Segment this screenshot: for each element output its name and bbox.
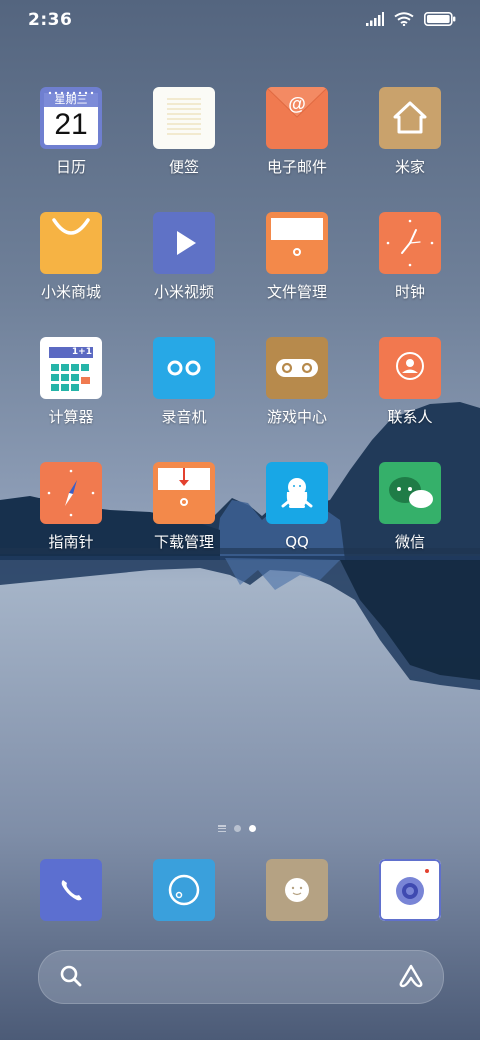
- app-mijia[interactable]: 米家: [360, 87, 460, 197]
- notes-icon: [153, 87, 215, 149]
- download-icon: [153, 462, 215, 524]
- app-label: 下载管理: [153, 533, 214, 551]
- battery-icon: [424, 12, 456, 26]
- camera-icon: [379, 859, 441, 921]
- app-label: 小米视频: [153, 283, 214, 301]
- search-bar[interactable]: [38, 950, 444, 1004]
- play-icon: [153, 212, 215, 274]
- signal-icon: [366, 12, 384, 26]
- page-indicator[interactable]: [218, 825, 256, 832]
- dock-phone[interactable]: [40, 859, 102, 921]
- app-label: 录音机: [161, 408, 207, 426]
- status-time: 2:36: [28, 10, 73, 30]
- page-indicator-dot-active[interactable]: [249, 825, 256, 832]
- app-file-manager[interactable]: 文件管理: [247, 212, 347, 322]
- app-label: 微信: [394, 533, 425, 551]
- app-label: 米家: [394, 158, 425, 176]
- calendar-day: 21: [54, 108, 88, 141]
- recorder-icon: [153, 337, 215, 399]
- app-label: 小米商城: [40, 283, 101, 301]
- app-recorder[interactable]: 录音机: [134, 337, 234, 447]
- app-label: QQ: [285, 533, 309, 551]
- app-calendar[interactable]: 星期三 21 日历: [21, 87, 121, 197]
- app-notes[interactable]: 便签: [134, 87, 234, 197]
- app-wechat[interactable]: 微信: [360, 462, 460, 572]
- calendar-icon: 星期三 21: [40, 87, 102, 149]
- app-email[interactable]: @ 电子邮件: [247, 87, 347, 197]
- page-indicator-dot[interactable]: [234, 825, 241, 832]
- calculator-display: 1+1: [71, 347, 92, 357]
- clock-icon: [379, 212, 441, 274]
- app-label: 联系人: [387, 408, 433, 426]
- app-label: 文件管理: [266, 283, 327, 301]
- app-label: 日历: [55, 158, 86, 176]
- app-mi-store[interactable]: 小米商城: [21, 212, 121, 322]
- email-icon: @: [266, 87, 328, 149]
- app-qq[interactable]: QQ: [247, 462, 347, 572]
- app-label: 游戏中心: [266, 408, 327, 426]
- page-indicator-feed[interactable]: [218, 825, 226, 832]
- app-label: 指南针: [48, 533, 94, 551]
- app-label: 便签: [168, 158, 199, 176]
- dock-messages[interactable]: [266, 859, 328, 921]
- wifi-icon: [394, 12, 414, 26]
- calculator-icon: 1+1: [40, 337, 102, 399]
- svg-text:@: @: [288, 94, 306, 114]
- phone-icon: [40, 859, 102, 921]
- compass-icon: [40, 462, 102, 524]
- app-clock[interactable]: 时钟: [360, 212, 460, 322]
- app-mi-video[interactable]: 小米视频: [134, 212, 234, 322]
- dock-camera[interactable]: [379, 859, 441, 921]
- folder-icon: [266, 212, 328, 274]
- app-calculator[interactable]: 1+1 计算器: [21, 337, 121, 447]
- calendar-weekday: 星期三: [54, 93, 88, 106]
- app-downloads[interactable]: 下载管理: [134, 462, 234, 572]
- app-contacts[interactable]: 联系人: [360, 337, 460, 447]
- gamepad-icon: [266, 337, 328, 399]
- app-label: 电子邮件: [266, 158, 327, 176]
- qq-penguin-icon: [266, 462, 328, 524]
- app-label: 计算器: [48, 408, 94, 426]
- shopping-bag-icon: [40, 212, 102, 274]
- person-icon: [379, 337, 441, 399]
- app-label: 时钟: [394, 283, 425, 301]
- messages-icon: [266, 859, 328, 921]
- browser-icon: [153, 859, 215, 921]
- app-game-center[interactable]: 游戏中心: [247, 337, 347, 447]
- home-icon: [379, 87, 441, 149]
- wechat-icon: [379, 462, 441, 524]
- assistant-icon[interactable]: [397, 963, 425, 989]
- app-compass[interactable]: 指南针: [21, 462, 121, 572]
- search-icon[interactable]: [59, 964, 83, 988]
- status-bar: 2:36: [0, 0, 480, 40]
- dock-browser[interactable]: [153, 859, 215, 921]
